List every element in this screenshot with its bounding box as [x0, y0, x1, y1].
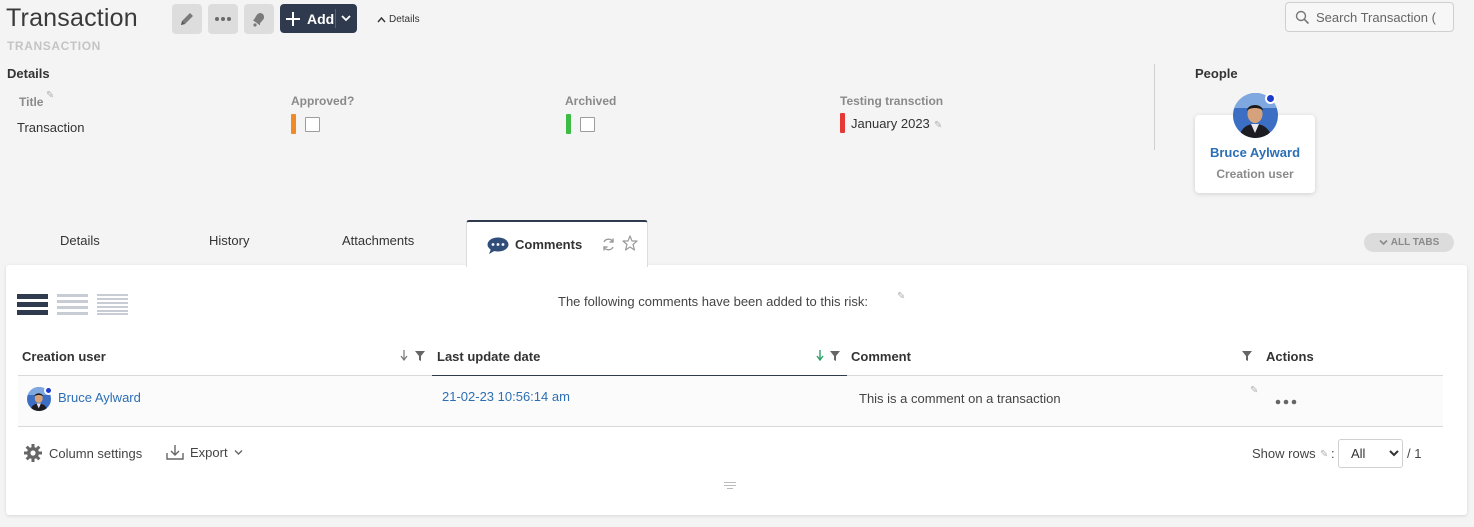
density-regular-icon[interactable] — [57, 294, 88, 315]
tab-history[interactable]: History — [209, 233, 249, 248]
search-icon — [1295, 10, 1310, 24]
chevron-down-icon — [1379, 239, 1388, 246]
density-comfortable-icon[interactable] — [17, 294, 48, 315]
comments-intro-text: The following comments have been added t… — [558, 294, 869, 309]
download-icon — [166, 445, 184, 460]
show-rows-label: Show rows — [1252, 446, 1316, 461]
details-toggle-label: Details — [389, 14, 420, 25]
sort-down-icon[interactable] — [816, 350, 824, 361]
page-title: Transaction — [6, 4, 138, 32]
row-last-update-date[interactable]: 21-02-23 10:56:14 am — [442, 389, 570, 404]
pencil-icon[interactable]: ✎ — [897, 291, 905, 302]
row-actions-icon[interactable] — [1275, 399, 1297, 405]
all-tabs-label: ALL TABS — [1390, 237, 1440, 248]
refresh-icon[interactable] — [601, 237, 616, 252]
chevron-down-icon[interactable] — [341, 13, 351, 23]
row-comment: This is a comment on a transaction — [859, 391, 1061, 406]
column-header-comment[interactable]: Comment — [851, 349, 911, 364]
column-header-last-update-date[interactable]: Last update date — [437, 349, 540, 364]
search-box[interactable] — [1285, 2, 1454, 32]
title-field-label: Title — [19, 95, 44, 109]
testing-field-value: January 2023 — [851, 116, 930, 131]
column-settings-label: Column settings — [49, 445, 143, 461]
star-icon[interactable] — [622, 235, 638, 251]
density-compact-icon[interactable] — [97, 294, 128, 315]
chevron-down-icon — [234, 449, 243, 455]
filter-icon[interactable] — [415, 351, 425, 361]
online-status-dot — [44, 386, 53, 395]
table-row-divider — [18, 426, 1443, 427]
pencil-icon — [181, 13, 193, 25]
tab-comments-label: Comments — [515, 237, 583, 252]
tab-details[interactable]: Details — [60, 233, 100, 248]
search-input[interactable] — [1316, 9, 1448, 25]
title-field-value: Transaction — [17, 120, 85, 135]
more-options-button[interactable] — [208, 4, 238, 34]
pencil-icon[interactable]: ✎ — [934, 120, 942, 131]
section-divider — [1154, 64, 1155, 150]
show-rows-colon: : — [1331, 446, 1335, 461]
tab-comments[interactable]: Comments — [466, 220, 648, 267]
filter-icon[interactable] — [830, 351, 840, 361]
testing-status-bar — [840, 113, 845, 133]
archived-checkbox[interactable] — [580, 117, 595, 132]
edit-button[interactable] — [172, 4, 202, 34]
table-row[interactable]: Bruce Aylward 21-02-23 10:56:14 am This … — [18, 376, 1443, 426]
notification-button[interactable] — [244, 4, 274, 34]
person-role: Creation user — [1216, 167, 1294, 181]
resize-handle-icon[interactable] — [724, 482, 736, 490]
export-button[interactable]: Export — [166, 443, 243, 461]
bell-icon — [252, 13, 265, 27]
plus-icon — [286, 11, 300, 26]
chevron-up-icon — [377, 16, 386, 23]
export-label: Export — [190, 444, 228, 460]
person-name[interactable]: Bruce Aylward — [1195, 145, 1315, 160]
archived-status-bar — [566, 114, 571, 134]
details-toggle[interactable]: Details — [377, 14, 420, 25]
approved-field-label: Approved? — [291, 94, 355, 108]
column-header-creation-user[interactable]: Creation user — [22, 349, 106, 364]
column-header-actions: Actions — [1266, 349, 1314, 364]
approved-status-bar — [291, 114, 296, 134]
pencil-icon[interactable]: ✎ — [1320, 449, 1328, 460]
sort-down-icon[interactable] — [400, 350, 408, 361]
filter-icon[interactable] — [1242, 351, 1252, 361]
page-subtitle: TRANSACTION — [7, 39, 101, 53]
tab-attachments[interactable]: Attachments — [342, 233, 414, 248]
all-tabs-button[interactable]: ALL TABS — [1364, 233, 1454, 252]
testing-field-label: Testing transction — [840, 94, 944, 108]
gear-icon — [24, 444, 42, 462]
comment-bubble-icon — [487, 237, 509, 254]
row-creation-user[interactable]: Bruce Aylward — [58, 390, 141, 405]
approved-checkbox[interactable] — [305, 117, 320, 132]
archived-field-label: Archived — [565, 94, 617, 108]
add-button-label: Add — [307, 10, 335, 27]
details-heading: Details — [7, 66, 50, 81]
comments-panel: The following comments have been added t… — [6, 265, 1467, 515]
ellipsis-icon — [215, 17, 231, 21]
add-button[interactable]: Add — [280, 4, 357, 33]
page-total: / 1 — [1407, 446, 1422, 461]
pencil-icon[interactable]: ✎ — [1250, 385, 1258, 396]
online-status-dot — [1265, 93, 1276, 104]
rows-per-page-select[interactable]: All — [1338, 439, 1403, 468]
people-heading: People — [1195, 66, 1238, 81]
column-settings-button[interactable]: Column settings — [23, 443, 142, 463]
pencil-icon[interactable]: ✎ — [46, 90, 54, 101]
